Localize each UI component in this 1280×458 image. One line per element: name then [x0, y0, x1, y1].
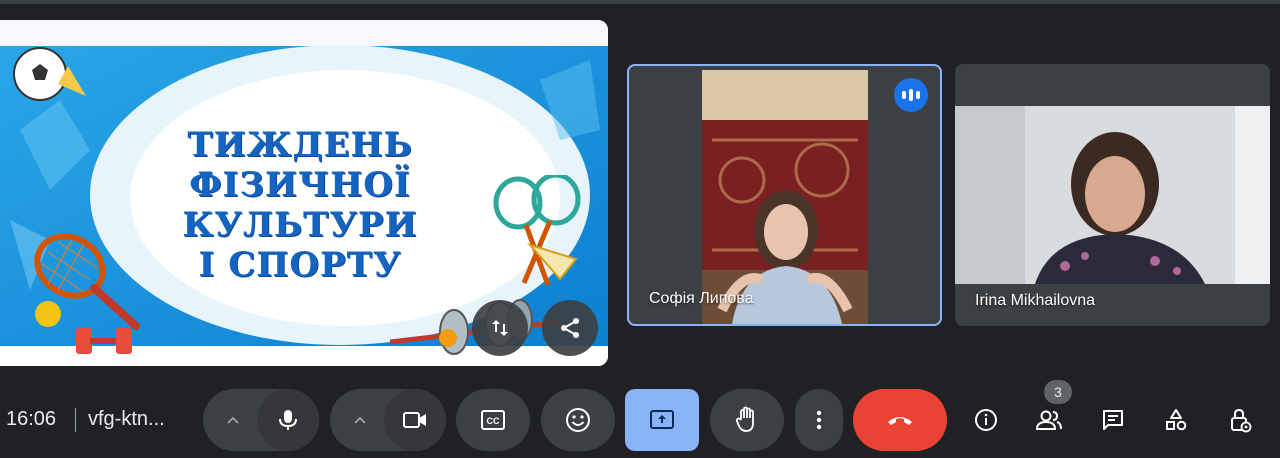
meeting-details-button[interactable]: [962, 396, 1010, 444]
speaking-indicator: [894, 78, 928, 112]
hand-icon: [736, 406, 754, 432]
participant-tile-sofia[interactable]: Софія Липова: [627, 64, 942, 326]
participant-video: [702, 70, 868, 324]
meeting-code: vfg-ktn...: [88, 408, 165, 430]
top-strip: [0, 0, 1280, 4]
lock-icon: [1231, 408, 1252, 433]
microphone-button[interactable]: [257, 389, 319, 451]
slide-title-line: ФІЗИЧНОЇ: [189, 165, 411, 205]
more-vert-icon: [816, 410, 822, 430]
hang-up-icon: [888, 417, 912, 425]
present-screen-icon: [650, 410, 674, 429]
slide-title: ТИЖДЕНЬ ФІЗИЧНОЇ КУЛЬТУРИ І СПОРТУ: [150, 125, 450, 285]
meeting-time: 16:06: [6, 408, 57, 430]
activities-button[interactable]: [1152, 396, 1200, 444]
slide-title-line: ТИЖДЕНЬ: [187, 125, 413, 165]
video-camera-icon: [403, 412, 426, 428]
slide-title-line: І СПОРТУ: [198, 245, 402, 285]
closed-captions-icon: CC: [481, 410, 505, 430]
swap-vertical-icon: [492, 320, 508, 336]
chat-icon: [1103, 410, 1123, 430]
participant-name: Irina Mikhailovna: [975, 292, 1096, 309]
slide-title-line: КУЛЬТУРИ: [182, 205, 418, 245]
share-icon: [561, 318, 579, 338]
soccer-ball-icon: [13, 47, 86, 101]
present-now-button[interactable]: [625, 389, 699, 451]
leave-call-button[interactable]: [853, 389, 947, 451]
chevron-up-icon: [227, 416, 239, 424]
more-options-button[interactable]: [795, 389, 843, 451]
emoji-icon: [566, 408, 590, 432]
chevron-up-icon: [354, 416, 366, 424]
divider: [75, 408, 76, 432]
info-icon: [975, 409, 997, 431]
chat-button[interactable]: [1089, 396, 1137, 444]
participant-video: [955, 106, 1270, 284]
microphone-icon: [279, 410, 297, 430]
people-icon: [1035, 410, 1062, 430]
participant-name: Софія Липова: [649, 290, 754, 307]
audio-options-button[interactable]: [205, 389, 261, 451]
captions-button[interactable]: CC: [456, 389, 530, 451]
activities-shapes-icon: [1166, 409, 1187, 431]
raise-hand-button[interactable]: [710, 389, 784, 451]
dumbbell-icon: [76, 328, 132, 354]
svg-text:CC: CC: [487, 416, 500, 426]
swap-tiles-button[interactable]: [472, 300, 528, 356]
video-options-button[interactable]: [332, 389, 388, 451]
camera-button[interactable]: [384, 389, 446, 451]
reactions-button[interactable]: [541, 389, 615, 451]
share-button[interactable]: [542, 300, 598, 356]
people-button[interactable]: [1025, 396, 1073, 444]
participant-tile-irina[interactable]: Irina Mikhailovna: [955, 64, 1270, 326]
host-controls-button[interactable]: [1216, 396, 1264, 444]
